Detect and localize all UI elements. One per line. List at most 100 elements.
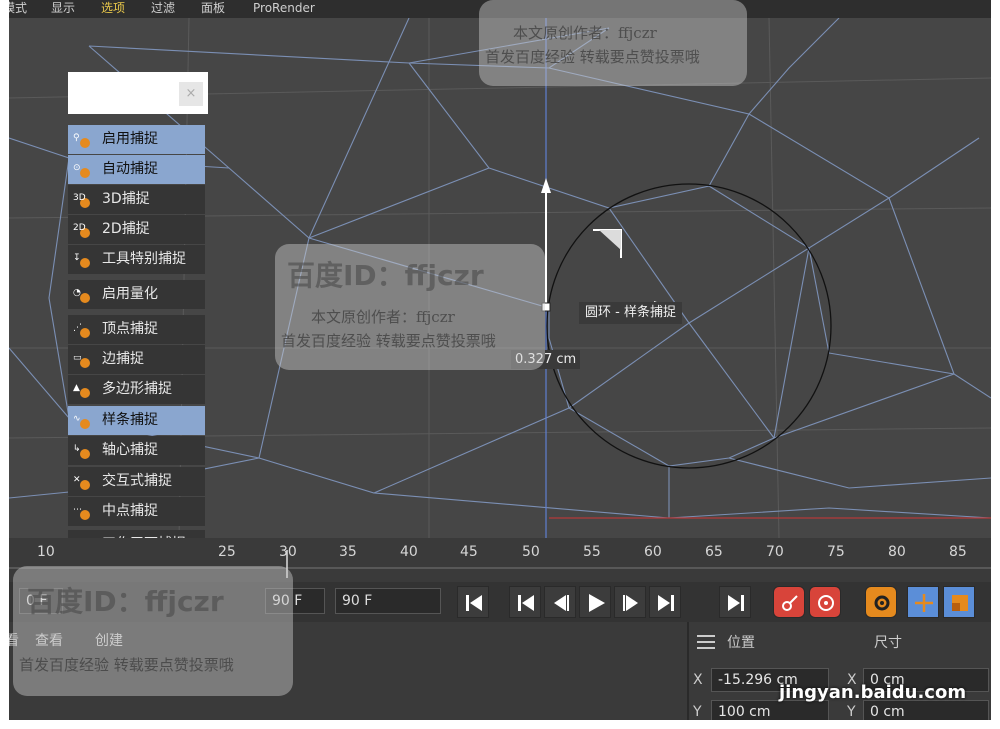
goto-start-button[interactable] [457, 586, 489, 618]
menu-filter[interactable]: 过滤 [151, 0, 175, 16]
snap-item-label: 多边形捕捉 [102, 381, 172, 397]
snap-item-5[interactable]: ◔ 启用量化 [68, 280, 205, 309]
snap-item-label: 边捕捉 [102, 351, 144, 367]
ruler-tick-label: 40 [400, 544, 418, 560]
gear-icon [874, 595, 890, 611]
snap-2d-icon: 2D [72, 220, 92, 240]
edge-snap-icon: ▭ [72, 350, 92, 370]
hamburger-icon[interactable] [697, 634, 717, 650]
x-label: X [693, 672, 703, 688]
ruler-tick-label: 35 [339, 544, 357, 560]
ruler-tick-label: 60 [644, 544, 662, 560]
watermark-bottom: 百度ID：ffjczr 首发百度经验 转载要点赞投票哦 [13, 566, 293, 696]
polygon-snap-icon: ▲ [72, 380, 92, 400]
snap-item-label: 样条捕捉 [102, 412, 158, 428]
panel-divider [687, 622, 689, 720]
prev-frame-button[interactable] [544, 586, 576, 618]
end-frame-value: 90 F [342, 593, 373, 609]
svg-text:↳: ↳ [73, 444, 81, 454]
snap-item-8[interactable]: ▲ 多边形捕捉 [68, 375, 205, 404]
midpoint-snap-icon: ⋯ [72, 502, 92, 522]
snap-item-label: 中点捕捉 [102, 503, 158, 519]
size-label: 尺寸 [874, 635, 902, 651]
menu-prorender[interactable]: ProRender [253, 0, 315, 16]
snap-item-11[interactable]: ✕ 交互式捕捉 [68, 467, 205, 496]
play-button[interactable] [579, 586, 611, 618]
auto-snap-icon: ⊙ [72, 160, 92, 180]
svg-text:⋯: ⋯ [73, 505, 82, 515]
snap-item-label: 交互式捕捉 [102, 473, 172, 489]
prev-frame-icon [554, 595, 569, 611]
goto-end-icon [728, 595, 744, 611]
snap-menu-header: × [68, 72, 208, 114]
record-key-button[interactable] [773, 586, 805, 618]
snap-item-9[interactable]: ∿ 样条捕捉 [68, 406, 205, 435]
next-key-button[interactable] [649, 586, 681, 618]
end-frame-field[interactable]: 90 F [335, 588, 441, 614]
y-label: Y [693, 704, 702, 720]
y-size-label: Y [847, 704, 856, 720]
snap-item-6[interactable]: ⋰ 顶点捕捉 [68, 315, 205, 344]
snap-3d-icon: 3D [72, 190, 92, 210]
snap-item-10[interactable]: ↳ 轴心捕捉 [68, 436, 205, 465]
ruler-tick-label: 80 [888, 544, 906, 560]
snap-item-label: 自动捕捉 [102, 161, 158, 177]
snap-item-0[interactable]: ⚲ 启用捕捉 [68, 125, 205, 154]
ruler-tick-label: 30 [279, 544, 297, 560]
goto-start-icon [466, 595, 482, 611]
ruler-tick-label: 50 [522, 544, 540, 560]
goto-end-button[interactable] [719, 586, 751, 618]
snap-item-label: 3D捕捉 [102, 191, 150, 207]
autokey-button[interactable] [809, 586, 841, 618]
snap-item-2[interactable]: 3D 3D捕捉 [68, 185, 205, 214]
snap-item-1[interactable]: ⊙ 自动捕捉 [68, 155, 205, 184]
scale-key-button[interactable] [943, 586, 975, 618]
menu-panel[interactable]: 面板 [201, 0, 225, 16]
prev-key-button[interactable] [509, 586, 541, 618]
menu-options[interactable]: 选项 [101, 0, 125, 16]
move-icon [915, 594, 933, 612]
spline-snap-icon: ∿ [72, 411, 92, 431]
svg-text:⊙: ⊙ [73, 163, 81, 173]
snap-item-3[interactable]: 2D 2D捕捉 [68, 215, 205, 244]
snap-item-label: 工具特别捕捉 [102, 251, 186, 267]
next-frame-icon [623, 595, 638, 611]
site-watermark: jingyan.baidu.com [779, 682, 967, 703]
menu-display[interactable]: 显示 [51, 0, 75, 16]
snap-item-label: 轴心捕捉 [102, 442, 158, 458]
menu-mode[interactable]: 模式 [9, 0, 27, 16]
autokey-icon [818, 595, 834, 611]
snap-item-label: 启用捕捉 [102, 131, 158, 147]
circle-spline [546, 183, 832, 469]
next-key-icon [658, 595, 674, 611]
move-key-button[interactable] [907, 586, 939, 618]
next-frame-button[interactable] [614, 586, 646, 618]
y-size-field[interactable]: 0 cm [863, 700, 989, 720]
snap-enable-icon: ⚲ [72, 130, 92, 150]
snap-item-label: 顶点捕捉 [102, 321, 158, 337]
svg-text:↧: ↧ [73, 253, 81, 263]
position-label: 位置 [727, 635, 755, 651]
snap-item-12[interactable]: ⋯ 中点捕捉 [68, 497, 205, 526]
ruler-tick-label: 65 [705, 544, 723, 560]
snap-tooltip: 圆环 - 样条捕捉 [579, 302, 682, 324]
snap-item-label: 启用量化 [102, 286, 158, 302]
close-button[interactable]: × [179, 82, 203, 106]
svg-text:▭: ▭ [73, 353, 82, 363]
svg-text:⚲: ⚲ [73, 133, 80, 143]
tool-snap-icon: ↧ [72, 250, 92, 270]
svg-text:◔: ◔ [73, 288, 81, 298]
svg-text:2D: 2D [73, 223, 86, 233]
svg-text:3D: 3D [73, 193, 86, 203]
svg-text:∿: ∿ [73, 414, 81, 424]
ruler-tick-label: 25 [218, 544, 236, 560]
watermark-top: 本文原创作者：ffjczr 首发百度经验 转载要点赞投票哦 [479, 0, 747, 86]
snap-item-4[interactable]: ↧ 工具特别捕捉 [68, 245, 205, 274]
y-position-field[interactable]: 100 cm [711, 700, 829, 720]
cinema4d-window: 模式 显示 选项 过滤 面板 ProRender 圆环 - 样条捕捉 0.327… [9, 0, 991, 720]
svg-text:▲: ▲ [73, 383, 80, 393]
snap-item-7[interactable]: ▭ 边捕捉 [68, 345, 205, 374]
interactive-snap-icon: ✕ [72, 472, 92, 492]
svg-text:✕: ✕ [73, 475, 81, 485]
keyframe-settings-button[interactable] [865, 586, 897, 618]
